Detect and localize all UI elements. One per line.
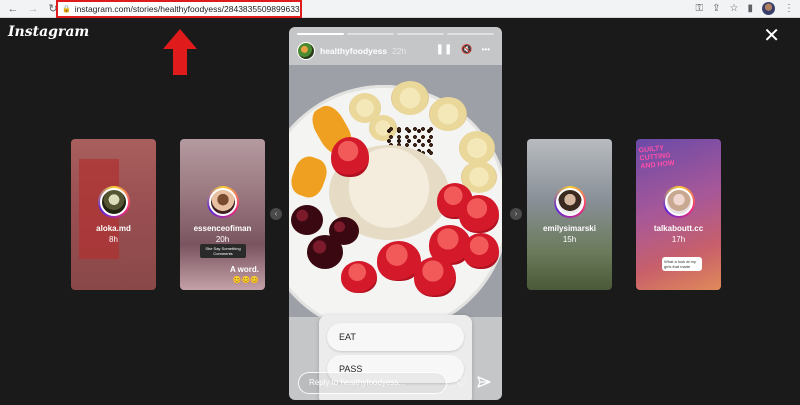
story-progress-bar: [297, 33, 494, 35]
story-card-username: essenceofiman: [193, 224, 252, 233]
send-icon[interactable]: [477, 375, 491, 389]
story-card-time: 8h: [109, 235, 118, 244]
story-card-time: 20h: [215, 235, 230, 244]
story-card-time: 17h: [671, 235, 686, 244]
heart-icon[interactable]: ♡: [455, 375, 468, 389]
avatar: [663, 186, 695, 218]
forward-icon[interactable]: →: [26, 2, 40, 16]
browser-toolbar: ← → ↻ 🔒 instagram.com/stories/healthyfoo…: [0, 0, 800, 18]
annotation-arrow-up-icon: [163, 29, 197, 75]
more-options-icon[interactable]: •••: [482, 45, 490, 54]
story-card-emoji: 😊😊😊: [232, 277, 259, 284]
story-card-username: talkaboutt.cc: [653, 224, 704, 233]
browser-menu-icon[interactable]: ⋮: [784, 3, 794, 14]
address-bar[interactable]: 🔒 instagram.com/stories/healthyfoodyess/…: [56, 0, 302, 18]
browser-actions: ⚿ ⇪ ☆ ▮ ⋮: [696, 2, 794, 15]
close-icon[interactable]: ✕: [763, 26, 780, 46]
instagram-logo[interactable]: Instagram: [8, 24, 89, 40]
story-username[interactable]: healthyfoodyess: [320, 46, 387, 56]
share-icon[interactable]: ⇪: [712, 3, 720, 14]
avatar: [554, 186, 586, 218]
poll-option-eat[interactable]: EAT: [327, 323, 464, 351]
story-photo: [289, 65, 502, 317]
avatar: [207, 186, 239, 218]
avatar: [98, 186, 130, 218]
previous-story-icon[interactable]: ‹: [270, 208, 282, 220]
mute-icon[interactable]: 🔇: [461, 44, 472, 55]
story-card-time: 15h: [562, 235, 577, 244]
avatar[interactable]: [297, 42, 315, 60]
story-card-emilysimarski[interactable]: emilysimarski 15h: [527, 139, 612, 290]
story-card-username: emilysimarski: [543, 224, 596, 233]
side-panel-icon[interactable]: ▮: [747, 3, 753, 14]
back-icon[interactable]: ←: [6, 2, 20, 16]
next-story-icon[interactable]: ›: [510, 208, 522, 220]
story-card-essenceofiman[interactable]: essenceofiman 20h She Say Something Comm…: [180, 139, 265, 290]
story-card-aloka[interactable]: aloka.md 8h: [71, 139, 156, 290]
story-card-username: aloka.md: [96, 224, 131, 233]
story-card-tag: She Say Something Comments: [200, 244, 246, 258]
story-card-sticker: What a look at my girls that made: [662, 257, 702, 271]
key-icon[interactable]: ⚿: [696, 3, 704, 14]
story-card-caption: A word.: [229, 265, 259, 274]
story-timestamp: 22h: [392, 46, 407, 56]
reply-input[interactable]: Reply to healthyfoodyess...: [298, 372, 447, 394]
story-card-talkaboutt[interactable]: GUILTY CUTTING AND HOW talkaboutt.cc 17h…: [636, 139, 721, 290]
story-header: healthyfoodyess 22h ❚❚ 🔇 •••: [297, 41, 494, 61]
profile-avatar[interactable]: [762, 2, 775, 15]
url-text: instagram.com/stories/healthyfoodyess/28…: [74, 4, 302, 14]
bookmark-star-icon[interactable]: ☆: [730, 3, 739, 14]
active-story[interactable]: healthyfoodyess 22h ❚❚ 🔇 ••• EAT PASS Re…: [289, 27, 502, 400]
pause-icon[interactable]: ❚❚: [436, 44, 453, 55]
lock-icon: 🔒: [62, 6, 71, 13]
story-card-poster-text: GUILTY CUTTING AND HOW: [638, 144, 675, 171]
